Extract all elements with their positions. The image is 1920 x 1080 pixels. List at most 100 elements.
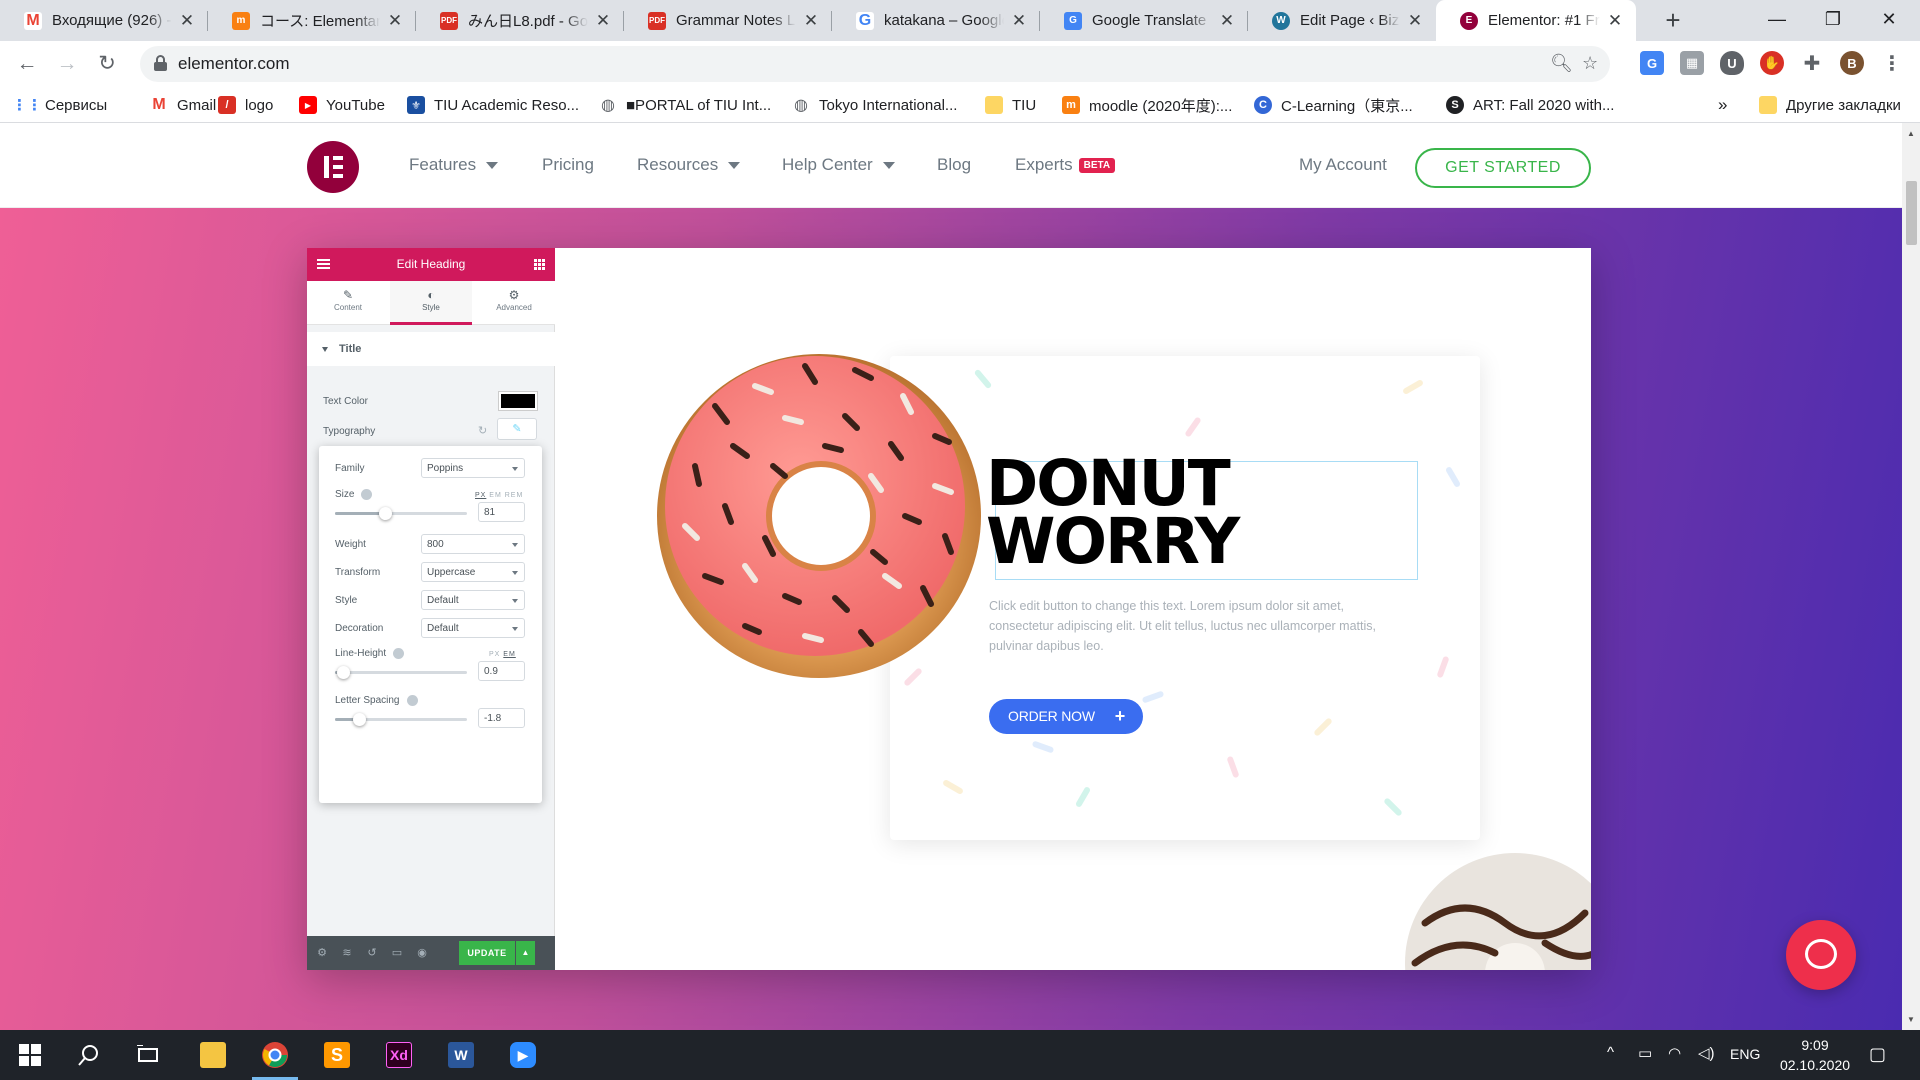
input-language[interactable]: ENG: [1730, 1046, 1760, 1062]
settings-gear-icon[interactable]: ⚙: [315, 946, 329, 960]
responsive-globe-icon[interactable]: [393, 648, 405, 659]
nav-help-center[interactable]: Help Center: [782, 155, 895, 175]
file-explorer-taskbar[interactable]: [188, 1030, 238, 1080]
zoom-taskbar[interactable]: ▶: [498, 1030, 548, 1080]
close-tab-icon[interactable]: ✕: [594, 11, 612, 31]
volume-icon[interactable]: ◁): [1698, 1044, 1715, 1062]
chrome-taskbar[interactable]: [250, 1030, 300, 1080]
transform-select[interactable]: Uppercase: [421, 562, 525, 582]
order-now-button[interactable]: ORDER NOW +: [989, 699, 1143, 734]
navigator-layers-icon[interactable]: ≋: [340, 946, 354, 960]
chat-support-button[interactable]: [1786, 920, 1856, 990]
size-slider-handle[interactable]: [379, 507, 393, 520]
bookmark-youtube[interactable]: ▶ YouTube: [299, 87, 385, 123]
profile-avatar[interactable]: B: [1840, 51, 1864, 75]
close-tab-icon[interactable]: ✕: [178, 11, 196, 31]
tray-overflow-chevron-icon[interactable]: ^: [1607, 1044, 1614, 1061]
bookmark-gmail[interactable]: M Gmail: [150, 87, 216, 123]
bookmark-logo[interactable]: / logo: [218, 87, 273, 123]
reload-button[interactable]: ↻: [92, 49, 122, 79]
bookmark-apps[interactable]: ⋮⋮ Сервисы: [12, 87, 107, 123]
donut-worry-heading[interactable]: Donut Worry: [986, 452, 1240, 573]
history-icon[interactable]: ↺: [365, 946, 379, 960]
close-tab-icon[interactable]: ✕: [1010, 11, 1028, 31]
typography-edit-button[interactable]: ✎: [497, 418, 537, 440]
text-color-swatch[interactable]: [499, 392, 537, 410]
extensions-puzzle-icon[interactable]: ✚: [1800, 51, 1824, 75]
nav-blog[interactable]: Blog: [937, 155, 971, 175]
update-button[interactable]: UPDATE: [459, 941, 515, 965]
browser-tab[interactable]: PDF みん日L8.pdf - Goo ✕: [416, 0, 624, 41]
line-height-slider-handle[interactable]: [336, 666, 350, 679]
scroll-up-arrow-icon[interactable]: ▲: [1907, 129, 1915, 138]
size-input[interactable]: 81: [478, 502, 525, 522]
browser-tab[interactable]: M Входящие (926) - i ✕: [0, 0, 208, 41]
tab-style[interactable]: ◐ Style: [390, 281, 472, 325]
lock-icon[interactable]: [154, 55, 167, 71]
extension-icon[interactable]: ▦: [1680, 51, 1704, 75]
other-bookmarks-folder[interactable]: Другие закладки: [1759, 87, 1901, 123]
scroll-down-arrow-icon[interactable]: ▼: [1907, 1015, 1915, 1024]
family-select[interactable]: Poppins: [421, 458, 525, 478]
bookmark-star-icon[interactable]: ☆: [1582, 53, 1598, 74]
letter-spacing-input[interactable]: -1.8: [478, 708, 525, 728]
scrollbar-thumb[interactable]: [1906, 181, 1917, 245]
notifications-icon[interactable]: ▢: [1869, 1044, 1886, 1065]
letter-spacing-slider-handle[interactable]: [352, 713, 366, 726]
google-translate-extension-icon[interactable]: G: [1640, 51, 1664, 75]
browser-tab[interactable]: m コース: Elementary J ✕: [208, 0, 416, 41]
chrome-menu-icon[interactable]: ⋮: [1880, 51, 1904, 75]
zoom-icon[interactable]: 🔍︎: [1550, 53, 1573, 74]
close-tab-icon[interactable]: ✕: [386, 11, 404, 31]
address-bar[interactable]: elementor.com 🔍︎ ☆: [140, 46, 1610, 82]
sublime-taskbar[interactable]: S: [312, 1030, 362, 1080]
system-clock[interactable]: 9:09 02.10.2020: [1765, 1035, 1865, 1075]
size-slider[interactable]: [335, 507, 467, 520]
bookmark-c-learning[interactable]: C C-Learning（東京...: [1254, 87, 1413, 123]
line-height-slider[interactable]: [335, 666, 467, 679]
nav-pricing[interactable]: Pricing: [542, 155, 594, 175]
browser-tab[interactable]: G katakana – Google ✕: [832, 0, 1040, 41]
hamburger-menu-icon[interactable]: [317, 259, 330, 269]
widgets-grid-icon[interactable]: [534, 259, 545, 270]
style-select[interactable]: Default: [421, 590, 525, 610]
bookmark-tiu-academic[interactable]: ⚜ TIU Academic Reso...: [407, 87, 579, 123]
section-title-toggle[interactable]: Title: [307, 332, 555, 366]
word-taskbar[interactable]: W: [436, 1030, 486, 1080]
responsive-desktop-icon[interactable]: ▭: [390, 946, 404, 960]
line-height-input[interactable]: 0.9: [478, 661, 525, 681]
close-tab-icon[interactable]: ✕: [1406, 11, 1424, 31]
window-close-button[interactable]: ✕: [1866, 0, 1912, 41]
start-button[interactable]: [5, 1030, 55, 1080]
responsive-globe-icon[interactable]: [361, 489, 373, 500]
search-button[interactable]: [64, 1030, 114, 1080]
adobe-xd-taskbar[interactable]: Xd: [374, 1030, 424, 1080]
decoration-select[interactable]: Default: [421, 618, 525, 638]
close-tab-icon[interactable]: ✕: [1218, 11, 1236, 31]
weight-select[interactable]: 800: [421, 534, 525, 554]
nav-resources[interactable]: Resources: [637, 155, 741, 175]
responsive-globe-icon[interactable]: [406, 695, 418, 706]
battery-icon[interactable]: ▭: [1638, 1044, 1652, 1062]
browser-tab[interactable]: PDF Grammar Notes L8 ✕: [624, 0, 832, 41]
page-scrollbar[interactable]: ▲ ▼: [1902, 123, 1920, 1030]
shield-extension-icon[interactable]: U: [1720, 51, 1744, 75]
new-tab-button[interactable]: +: [1658, 6, 1688, 36]
get-started-button[interactable]: GET STARTED: [1415, 148, 1591, 188]
size-units[interactable]: PX EM REM: [475, 492, 523, 499]
restore-button[interactable]: ❐: [1810, 0, 1856, 41]
bookmark-moodle[interactable]: m moodle (2020年度):...: [1062, 87, 1232, 123]
bookmarks-overflow-button[interactable]: »: [1718, 87, 1727, 123]
body-text[interactable]: Click edit button to change this text. L…: [989, 596, 1379, 656]
bookmark-folder-tiu[interactable]: TIU: [985, 87, 1036, 123]
my-account-link[interactable]: My Account: [1299, 155, 1387, 175]
tab-advanced[interactable]: ⚙ Advanced: [473, 281, 555, 325]
browser-tab[interactable]: G Google Translate ✕: [1040, 0, 1248, 41]
wifi-icon[interactable]: ◠: [1668, 1044, 1681, 1062]
bookmark-art[interactable]: S ART: Fall 2020 with...: [1446, 87, 1614, 123]
line-height-units[interactable]: PX EM: [489, 651, 516, 658]
nav-experts[interactable]: Experts BETA: [1015, 155, 1116, 175]
update-options-caret[interactable]: ▲: [516, 941, 535, 965]
browser-tab[interactable]: W Edit Page ‹ Bizhan ✕: [1248, 0, 1436, 41]
bookmark-portal-tiu[interactable]: ◍ ■PORTAL of TIU Int...: [599, 87, 771, 123]
